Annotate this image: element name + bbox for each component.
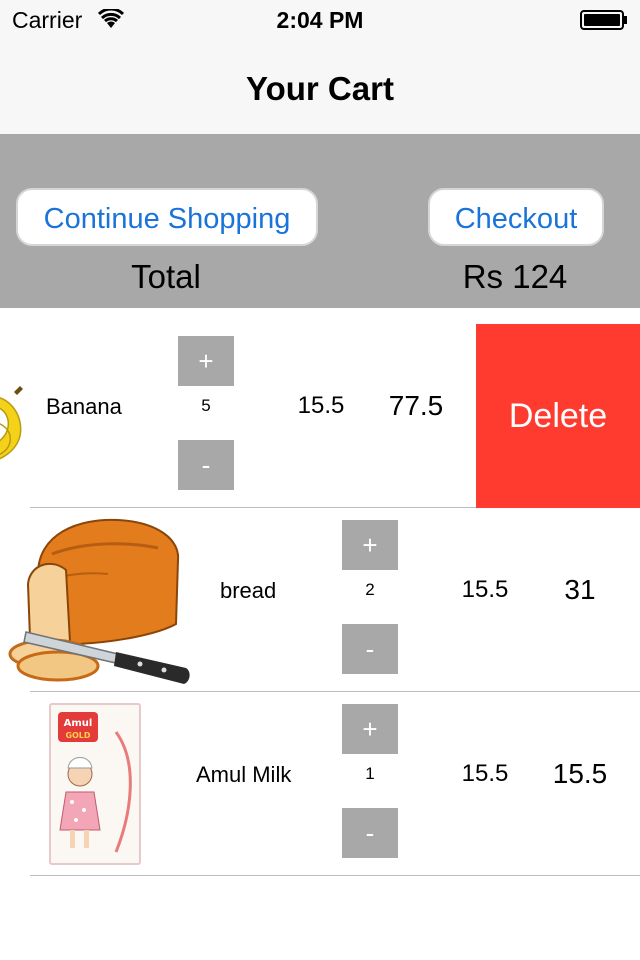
checkout-button[interactable]: Checkout [428, 188, 604, 246]
cart-summary: Continue Shopping Checkout Total Rs 124 [0, 134, 640, 308]
cart-row[interactable]: Amul GOLD Amul Milk + 1 - 15.5 15.5 [0, 692, 640, 876]
svg-text:GOLD: GOLD [65, 731, 90, 740]
item-price: 15.5 [297, 392, 345, 419]
delete-button[interactable]: Delete [476, 324, 640, 508]
item-subtotal: 31 [564, 574, 596, 605]
page-title: Your Cart [246, 70, 394, 107]
item-subtotal: 15.5 [552, 758, 608, 789]
clock: 2:04 PM [276, 7, 364, 33]
increase-quantity-button[interactable]: + [342, 520, 398, 570]
continue-shopping-button[interactable]: Continue Shopping [16, 188, 318, 246]
decrease-quantity-button[interactable]: - [342, 808, 398, 858]
increase-quantity-button[interactable]: + [178, 336, 234, 386]
cart-row[interactable]: bread + 2 - 15.5 31 [0, 508, 640, 692]
battery-icon [580, 10, 627, 30]
item-name: Banana [46, 394, 122, 419]
item-subtotal: 77.5 [388, 390, 444, 421]
item-quantity: 1 [365, 764, 375, 783]
total-value: Rs 124 [462, 258, 568, 295]
item-name: Amul Milk [196, 762, 292, 787]
item-price: 15.5 [461, 760, 509, 787]
milk-carton-icon: Amul GOLD [49, 703, 141, 865]
row-divider [30, 875, 640, 876]
item-name: bread [220, 578, 277, 603]
banana-icon [0, 386, 23, 460]
bread-icon [8, 518, 190, 684]
item-price: 15.5 [461, 576, 509, 603]
nav-bar: Your Cart [0, 40, 640, 134]
item-quantity: 2 [365, 580, 375, 599]
status-bar: Carrier 2:04 PM [0, 0, 640, 40]
increase-quantity-button[interactable]: + [342, 704, 398, 754]
svg-text:Amul: Amul [64, 718, 93, 729]
decrease-quantity-button[interactable]: - [178, 440, 234, 490]
total-label: Total [131, 258, 201, 295]
item-quantity: 5 [201, 396, 211, 415]
decrease-quantity-button[interactable]: - [342, 624, 398, 674]
